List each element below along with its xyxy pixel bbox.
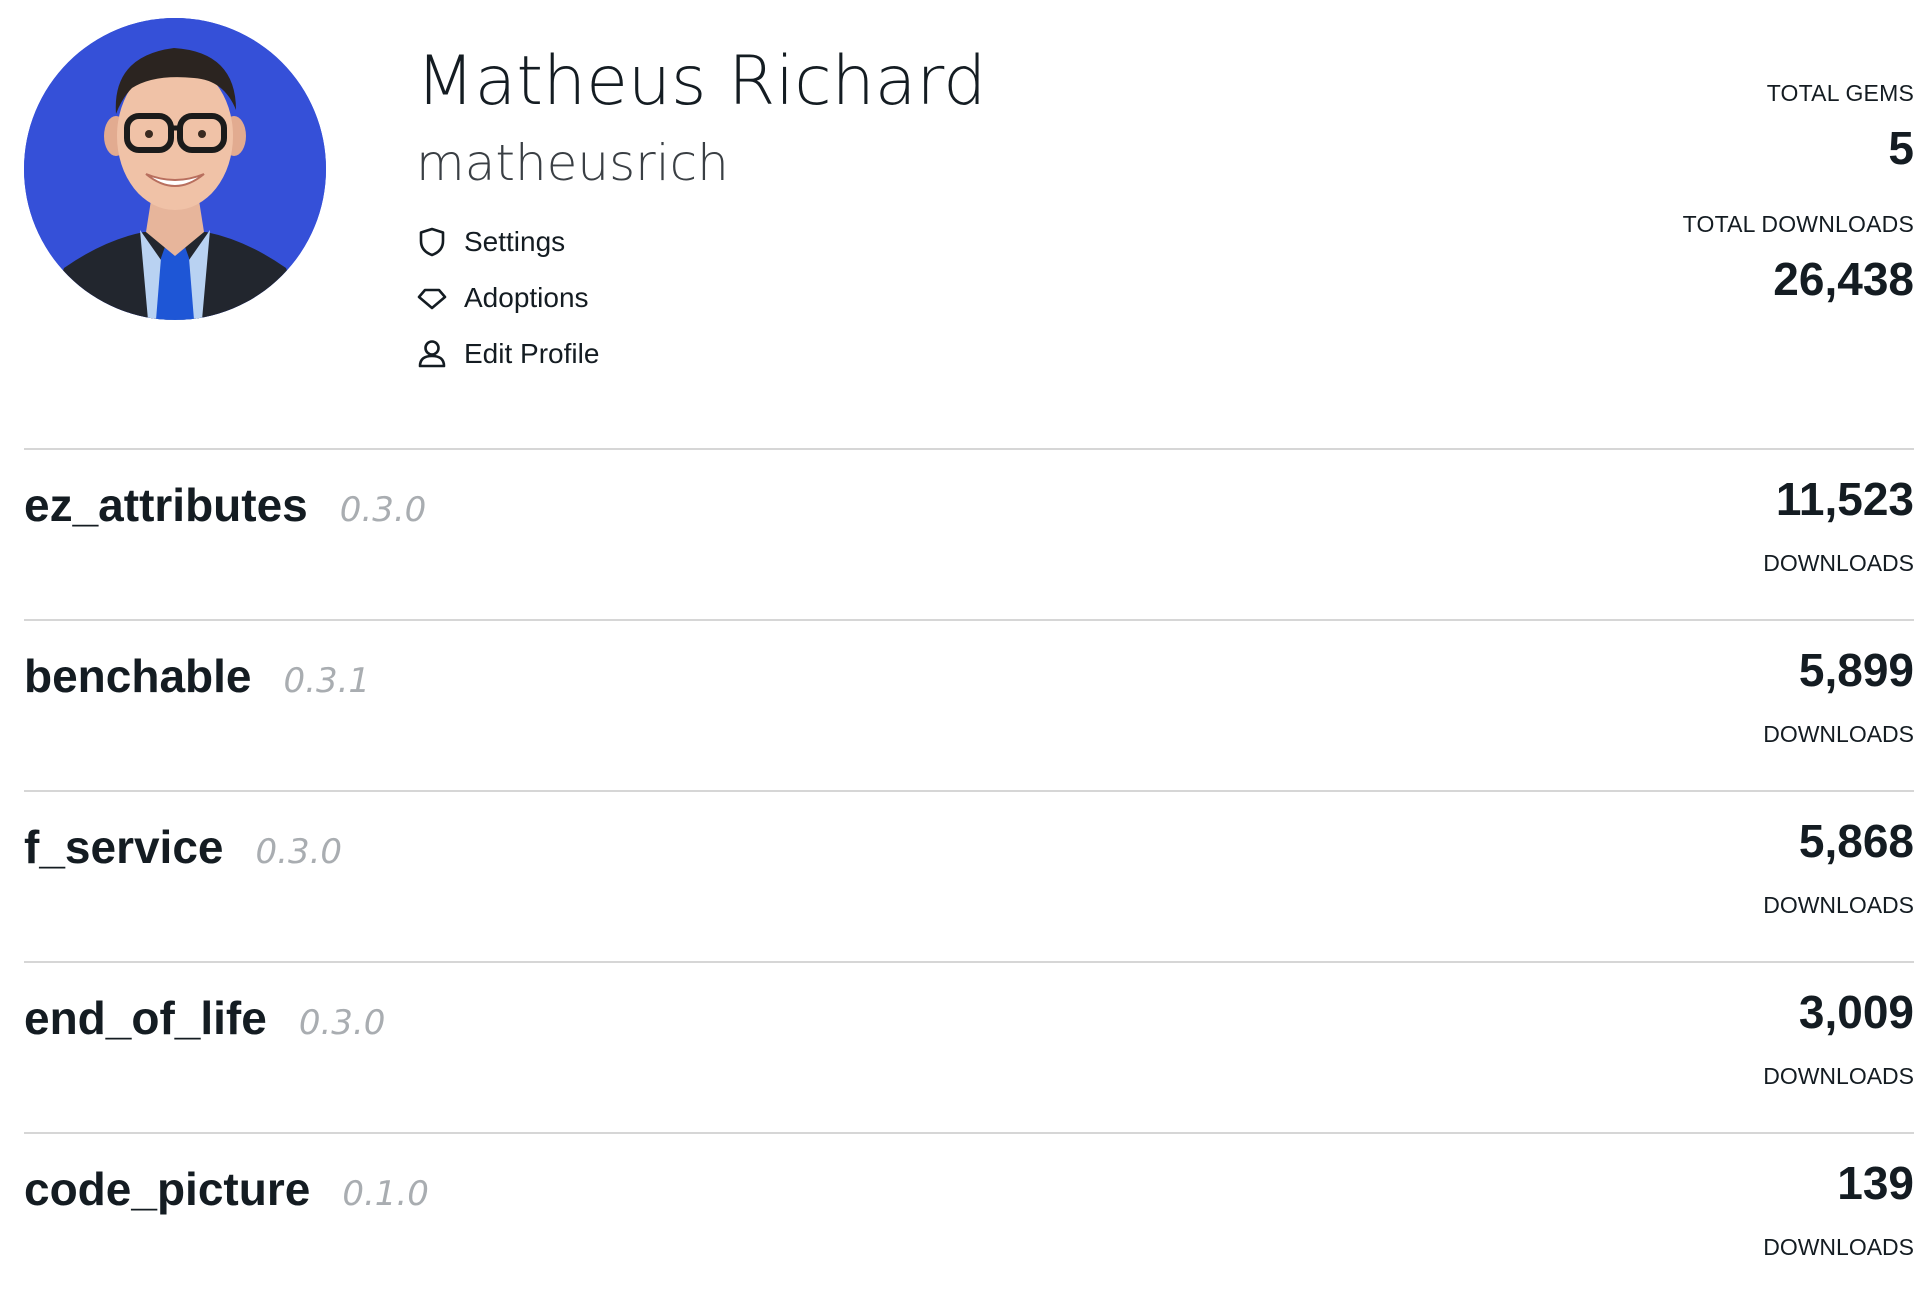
settings-link-label: Settings xyxy=(464,226,566,257)
gem-download-count: 5,899 xyxy=(1798,644,1914,696)
total-downloads-value: 26,438 xyxy=(1773,253,1914,305)
gem-title: end_of_life 0.3.0 xyxy=(24,991,385,1045)
profile-stats: TOTAL GEMS 5 TOTAL DOWNLOADS 26,438 xyxy=(1683,80,1914,302)
gem-row[interactable]: benchable 0.3.1 5,899 DOWNLOADS xyxy=(24,619,1914,790)
user-icon xyxy=(416,338,448,370)
adoptions-link-label: Adoptions xyxy=(464,282,589,313)
gem-downloads: 3,009 DOWNLOADS xyxy=(1763,989,1914,1090)
gem-icon xyxy=(416,282,448,314)
gem-downloads: 5,868 DOWNLOADS xyxy=(1763,818,1914,919)
adoptions-link[interactable]: Adoptions xyxy=(416,270,986,326)
total-gems-value: 5 xyxy=(1888,122,1914,174)
gem-title: f_service 0.3.0 xyxy=(24,820,342,874)
shield-icon xyxy=(416,226,448,258)
profile-full-name: Matheus Richard xyxy=(416,42,987,121)
gem-downloads-label: DOWNLOADS xyxy=(1763,1063,1914,1089)
gem-name-link[interactable]: code_picture xyxy=(24,1162,310,1216)
gem-download-count: 11,523 xyxy=(1775,473,1914,525)
gem-downloads: 139 DOWNLOADS xyxy=(1763,1160,1914,1261)
gem-row[interactable]: f_service 0.3.0 5,868 DOWNLOADS xyxy=(24,790,1914,961)
gem-title: ez_attributes 0.3.0 xyxy=(24,478,426,532)
profile-page: Matheus Richard matheusrich Settings Ado… xyxy=(0,0,1918,1288)
gem-downloads: 5,899 DOWNLOADS xyxy=(1763,647,1914,748)
gem-name-link[interactable]: benchable xyxy=(24,649,252,703)
total-gems-label: TOTAL GEMS xyxy=(1766,80,1914,106)
gem-downloads-label: DOWNLOADS xyxy=(1763,550,1914,576)
gem-downloads-label: DOWNLOADS xyxy=(1763,1234,1914,1260)
total-downloads-stat: TOTAL DOWNLOADS 26,438 xyxy=(1683,211,1914,302)
total-downloads-label: TOTAL DOWNLOADS xyxy=(1682,211,1914,237)
gem-name-link[interactable]: ez_attributes xyxy=(24,478,308,532)
gem-downloads-label: DOWNLOADS xyxy=(1763,892,1914,918)
gem-version: 0.1.0 xyxy=(342,1174,429,1214)
avatar xyxy=(24,18,326,320)
gem-name-link[interactable]: end_of_life xyxy=(24,991,267,1045)
gem-list: ez_attributes 0.3.0 11,523 DOWNLOADS ben… xyxy=(24,448,1914,1303)
edit-profile-link[interactable]: Edit Profile xyxy=(416,326,986,382)
gem-downloads: 11,523 DOWNLOADS xyxy=(1763,476,1914,577)
gem-title: benchable 0.3.1 xyxy=(24,649,370,703)
gem-row[interactable]: end_of_life 0.3.0 3,009 DOWNLOADS xyxy=(24,961,1914,1132)
gem-version: 0.3.1 xyxy=(283,661,371,701)
profile-handle: matheusrich xyxy=(416,134,729,192)
gem-version: 0.3.0 xyxy=(339,490,427,530)
gem-version: 0.3.0 xyxy=(298,1003,386,1043)
gem-row[interactable]: ez_attributes 0.3.0 11,523 DOWNLOADS xyxy=(24,448,1914,619)
gem-row[interactable]: code_picture 0.1.0 139 DOWNLOADS xyxy=(24,1132,1914,1303)
gem-title: code_picture 0.1.0 xyxy=(24,1162,429,1216)
profile-links: Settings Adoptions Edit Profile xyxy=(416,214,986,382)
profile-identity: Matheus Richard matheusrich Settings Ado… xyxy=(416,48,986,382)
total-gems-stat: TOTAL GEMS 5 xyxy=(1683,80,1914,171)
edit-profile-link-label: Edit Profile xyxy=(464,338,600,369)
gem-download-count: 3,009 xyxy=(1798,986,1914,1038)
settings-link[interactable]: Settings xyxy=(416,214,986,270)
gem-downloads-label: DOWNLOADS xyxy=(1763,721,1914,747)
gem-version: 0.3.0 xyxy=(255,832,343,872)
gem-download-count: 5,868 xyxy=(1798,815,1914,867)
gem-download-count: 139 xyxy=(1837,1157,1914,1209)
avatar-photo xyxy=(24,18,326,320)
profile-header: Matheus Richard matheusrich Settings Ado… xyxy=(24,18,1914,418)
gem-name-link[interactable]: f_service xyxy=(24,820,224,874)
